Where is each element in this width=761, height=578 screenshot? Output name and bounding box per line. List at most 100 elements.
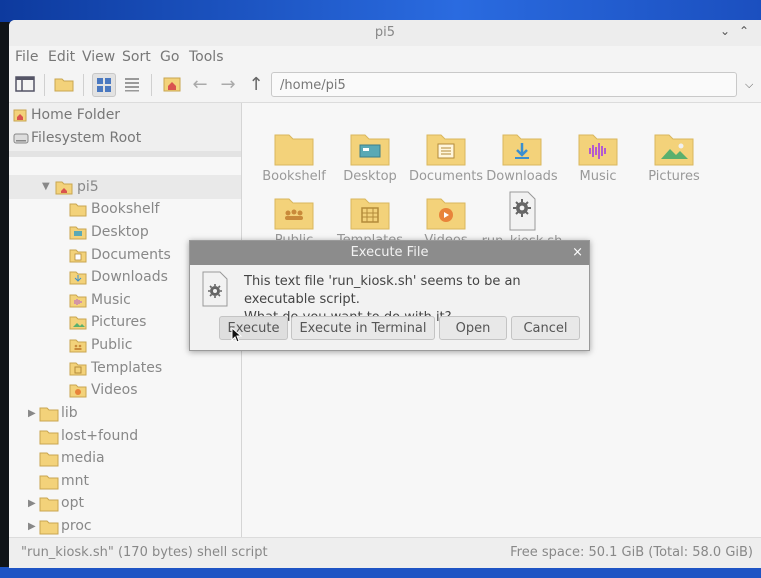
folder-icon xyxy=(39,520,59,535)
drive-icon xyxy=(13,133,29,144)
sidebar-icon xyxy=(15,76,35,92)
home-button[interactable] xyxy=(161,73,183,95)
back-button[interactable]: ← xyxy=(189,73,211,95)
menu-go[interactable]: Go xyxy=(160,49,179,65)
titlebar[interactable]: pi5 ⌄ ⌃ xyxy=(9,20,761,46)
menu-edit[interactable]: Edit xyxy=(48,49,75,65)
home-icon xyxy=(163,77,181,92)
file-label: Pictures xyxy=(648,169,700,184)
status-bar: "run_kiosk.sh" (170 bytes) shell script … xyxy=(9,537,761,568)
forward-button[interactable]: → xyxy=(217,73,239,95)
status-selection-info: "run_kiosk.sh" (170 bytes) shell script xyxy=(21,545,268,560)
back-arrow-icon: ← xyxy=(192,73,208,95)
folder-icon xyxy=(39,452,59,467)
up-arrow-icon: ↑ xyxy=(248,73,264,95)
home-icon xyxy=(13,109,27,122)
dialog-message-line-1: This text file 'run_kiosk.sh' seems to b… xyxy=(244,274,521,307)
folder-icon xyxy=(274,134,314,166)
tree-label: pi5 xyxy=(77,179,99,195)
folder-downloads-icon xyxy=(69,271,87,285)
tree-label: mnt xyxy=(61,473,89,489)
folder-public-icon xyxy=(274,198,314,230)
folder-documents-icon xyxy=(69,249,87,263)
forward-arrow-icon: → xyxy=(220,73,236,95)
tree-label: Templates xyxy=(91,360,163,376)
execute-file-dialog: Execute File × This text file 'run_kiosk… xyxy=(189,240,590,351)
place-filesystem-root[interactable]: Filesystem Root xyxy=(9,127,241,149)
menu-view[interactable]: View xyxy=(82,49,115,65)
list-view-icon xyxy=(125,78,139,92)
maximize-icon[interactable]: ⌃ xyxy=(739,24,749,38)
folder-videos-icon xyxy=(426,198,466,230)
folder-pictures-icon xyxy=(69,316,87,330)
folder-icon xyxy=(54,78,74,92)
minimize-icon[interactable]: ⌄ xyxy=(720,24,730,38)
dialog-title[interactable]: Execute File × xyxy=(190,241,589,265)
folder-pictures-icon xyxy=(654,134,694,166)
up-button[interactable]: ↑ xyxy=(245,73,267,95)
place-label: Filesystem Root xyxy=(31,130,142,146)
tree-label: Documents xyxy=(91,247,171,263)
script-file-icon xyxy=(509,191,536,231)
window-title: pi5 xyxy=(374,25,396,40)
tree-label: Videos xyxy=(91,382,138,398)
place-home-folder[interactable]: Home Folder xyxy=(9,104,241,126)
tree-label: lost+found xyxy=(61,428,139,444)
desktop-background-bottom xyxy=(0,567,761,578)
folder-icon xyxy=(69,203,87,217)
folder-downloads-icon xyxy=(502,134,542,166)
chevron-down-icon[interactable]: ⌵ xyxy=(745,78,753,92)
tree-label: Music xyxy=(91,292,131,308)
execute-button[interactable]: Execute xyxy=(219,316,288,340)
home-folder-icon xyxy=(55,181,73,195)
dialog-title-text: Execute File xyxy=(350,245,429,260)
tree-label: Pictures xyxy=(91,314,147,330)
places-panel: Home Folder Filesystem Root xyxy=(9,103,242,151)
icon-view-button[interactable] xyxy=(92,73,116,97)
tree-label: Public xyxy=(91,337,133,353)
place-label: Home Folder xyxy=(31,107,121,123)
folder-templates-icon xyxy=(350,198,390,230)
tree-label: Downloads xyxy=(91,269,168,285)
menu-sort[interactable]: Sort xyxy=(122,49,151,65)
status-free-space: Free space: 50.1 GiB (Total: 58.0 GiB) xyxy=(510,545,753,560)
menu-file[interactable]: File xyxy=(15,49,38,65)
folder-public-icon xyxy=(69,339,87,353)
folder-icon xyxy=(39,407,59,422)
path-input[interactable]: /home/pi5 xyxy=(271,72,737,97)
folder-documents-icon xyxy=(426,134,466,166)
close-icon[interactable]: × xyxy=(572,241,583,265)
desktop-background-top xyxy=(0,0,761,22)
folder-desktop-icon xyxy=(69,226,87,240)
expander-right-icon[interactable]: ▶ xyxy=(28,521,36,532)
folder-music-icon xyxy=(578,134,618,166)
open-button[interactable]: Open xyxy=(439,316,507,340)
folder-videos-icon xyxy=(69,384,87,398)
folder-desktop-icon xyxy=(350,134,390,166)
toggle-sidebar-button[interactable] xyxy=(14,73,36,95)
tree-label: media xyxy=(61,450,105,466)
tree-label: proc xyxy=(61,518,92,534)
menu-tools[interactable]: Tools xyxy=(189,49,224,65)
folder-icon xyxy=(39,497,59,512)
file-item-pictures[interactable]: Pictures xyxy=(632,131,716,191)
script-file-icon xyxy=(202,271,228,307)
tree-label: Bookshelf xyxy=(91,201,160,217)
menubar: File Edit View Sort Go Tools xyxy=(9,46,761,68)
folder-music-icon xyxy=(69,294,87,308)
folder-templates-icon xyxy=(69,362,87,376)
execute-in-terminal-button[interactable]: Execute in Terminal xyxy=(291,316,435,340)
folder-icon xyxy=(39,430,59,445)
tree-label: Desktop xyxy=(91,224,149,240)
toolbar: ← → ↑ /home/pi5 ⌵ xyxy=(9,68,761,103)
tree-label: opt xyxy=(61,495,84,511)
expander-down-icon[interactable]: ▼ xyxy=(42,181,50,192)
folder-icon xyxy=(39,475,59,490)
expander-right-icon[interactable]: ▶ xyxy=(28,408,36,419)
tree-label: lib xyxy=(61,405,78,421)
expander-right-icon[interactable]: ▶ xyxy=(28,498,36,509)
list-view-button[interactable] xyxy=(121,73,143,95)
new-folder-button[interactable] xyxy=(53,73,75,95)
mouse-cursor-icon xyxy=(231,327,243,343)
cancel-button[interactable]: Cancel xyxy=(511,316,580,340)
